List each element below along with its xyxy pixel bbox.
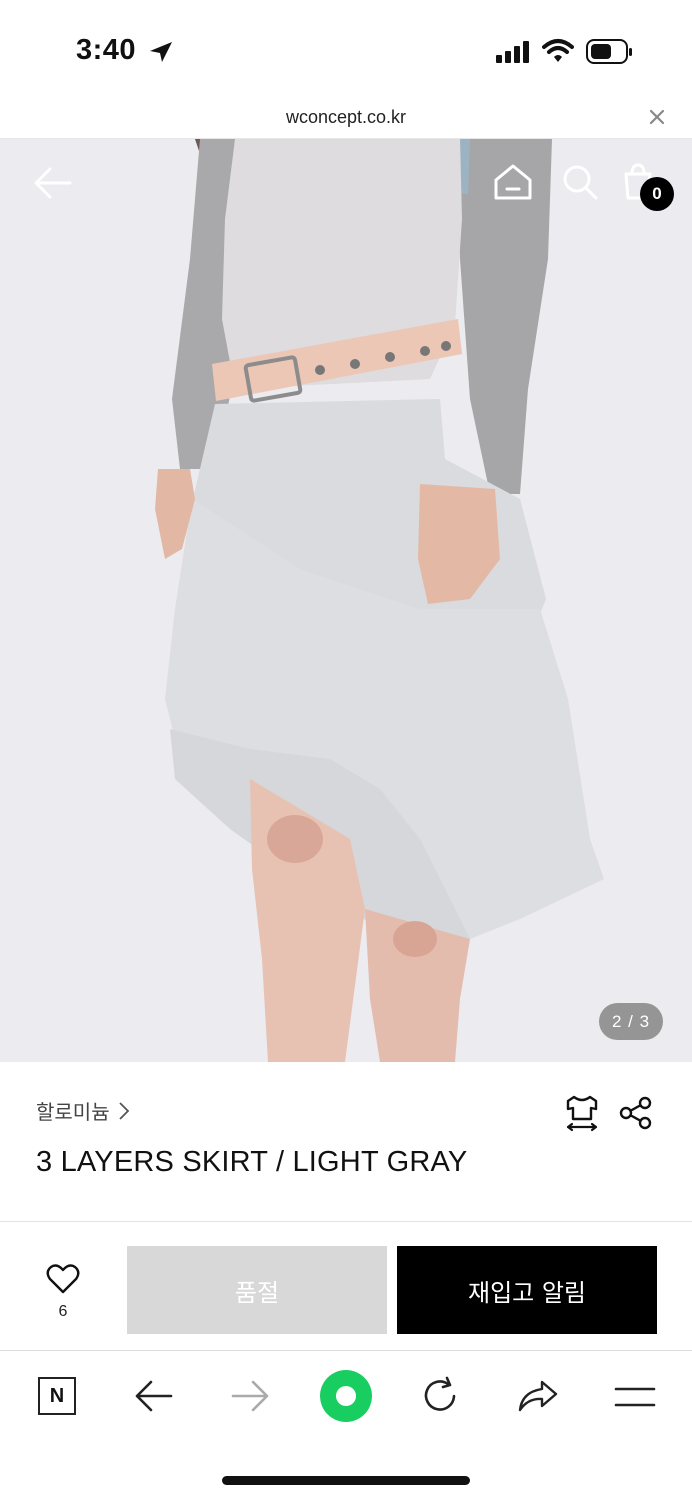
back-arrow-icon[interactable] — [30, 165, 74, 201]
brand-name: 할로미늄 — [36, 1102, 110, 1124]
chevron-right-icon — [118, 1101, 129, 1120]
wifi-icon — [542, 39, 574, 62]
heart-icon — [46, 1264, 80, 1294]
naver-home-button[interactable]: N — [38, 1377, 76, 1415]
restock-alert-button[interactable]: 재입고 알림 — [397, 1246, 657, 1334]
divider — [0, 1221, 692, 1222]
search-icon[interactable] — [560, 162, 600, 202]
close-icon[interactable] — [646, 106, 668, 128]
size-guide-icon[interactable] — [563, 1093, 601, 1133]
product-title: 3 LAYERS SKIRT / LIGHT GRAY — [36, 1146, 468, 1178]
browser-forward-icon[interactable] — [229, 1378, 271, 1414]
share-icon[interactable] — [618, 1095, 654, 1131]
soldout-button[interactable]: 품절 — [127, 1246, 387, 1334]
menu-icon[interactable] — [614, 1384, 656, 1410]
url-text[interactable]: wconcept.co.kr — [0, 107, 692, 128]
green-dot-button[interactable] — [320, 1370, 372, 1422]
battery-icon — [586, 39, 632, 64]
status-time: 3:40 — [76, 34, 137, 66]
home-indicator — [222, 1476, 470, 1485]
location-arrow-icon — [150, 42, 172, 62]
gallery-page-indicator: 2 / 3 — [599, 1003, 663, 1040]
home-icon[interactable] — [492, 162, 534, 202]
product-image[interactable] — [0, 139, 692, 1062]
cellular-signal-icon — [496, 41, 529, 63]
share-forward-icon[interactable] — [516, 1376, 560, 1416]
reload-icon[interactable] — [420, 1376, 462, 1416]
cart-count-badge[interactable]: 0 — [640, 177, 674, 211]
brand-link[interactable]: 할로미늄 — [36, 1096, 130, 1125]
browser-back-icon[interactable] — [133, 1378, 175, 1414]
product-photo — [0, 139, 692, 1062]
wishlist-count: 6 — [58, 1303, 68, 1320]
